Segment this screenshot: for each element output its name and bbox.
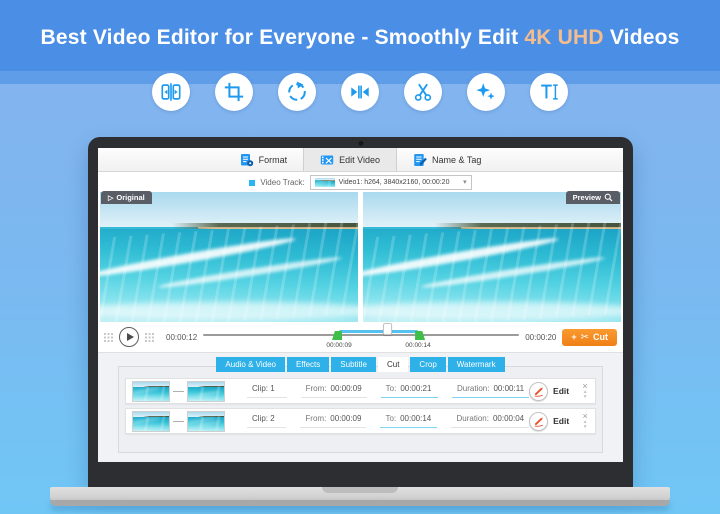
tab-edit-video[interactable]: Edit Video: [303, 148, 398, 171]
original-badge[interactable]: ▷ Original: [101, 191, 152, 204]
trim-start-handle[interactable]: [332, 331, 343, 340]
trim-end-label: 00:00:14: [405, 342, 431, 349]
laptop-base: [50, 487, 670, 500]
cut-button-label: Cut: [593, 332, 608, 342]
format-icon: [240, 153, 253, 166]
next-frame-button[interactable]: [145, 332, 154, 342]
playback-bar: 00:00:12 00:00:09 00:00:14 00:00:20 + ✂ Cu…: [98, 322, 623, 352]
clip2-name: Clip: 2: [247, 414, 287, 428]
video-preview-area: [100, 192, 621, 322]
thumbnail-connector: [173, 390, 184, 392]
laptop-mockup: Format Edit Video Name & Tag Video Track…: [0, 0, 720, 514]
tab-format-label: Format: [258, 154, 288, 165]
clip1-edit-button[interactable]: Edit: [529, 381, 569, 401]
tab-subtitle[interactable]: Subtitle: [331, 357, 376, 372]
clip-list-panel: Clip: 1 From: 00:00:09 To: 00:00:21 Dura…: [118, 366, 603, 453]
clip2-end-thumbnail: [187, 410, 225, 432]
tab-format[interactable]: Format: [224, 148, 304, 171]
trim-end-handle[interactable]: [415, 331, 426, 340]
trim-range-bar: [339, 330, 419, 333]
preview-video-preview: [363, 192, 621, 322]
clip-row-2: Clip: 2 From: 00:00:09 To: 00:00:14 Dura…: [125, 408, 596, 434]
app-window: Format Edit Video Name & Tag Video Track…: [98, 148, 623, 462]
tab-watermark[interactable]: Watermark: [447, 357, 505, 372]
clip2-from-field[interactable]: From: 00:00:09: [300, 414, 367, 428]
tab-crop[interactable]: Crop: [410, 357, 446, 372]
edit-tab-bar: Audio & Video Effects Subtitle Cut Crop …: [98, 357, 623, 372]
trim-start-label: 00:00:09: [326, 342, 352, 349]
video-track-label: Video Track:: [260, 178, 305, 187]
laptop-camera-dot: [358, 141, 363, 146]
clip1-duration-field: Duration: 00:00:11: [452, 384, 530, 398]
name-tag-icon: [414, 153, 427, 166]
promo-page: Best Video Editor for Everyone - Smoothl…: [0, 0, 720, 514]
video-track-value: Video1: h264, 3840x2160, 00:00:20: [338, 179, 450, 186]
prev-frame-button[interactable]: [104, 332, 113, 342]
track-bullet-icon: [249, 179, 256, 186]
laptop-frame: Format Edit Video Name & Tag Video Track…: [88, 137, 633, 487]
preview-badge-label: Preview: [572, 193, 601, 202]
clip1-move-down-icon[interactable]: ▼: [583, 395, 588, 400]
magnifier-icon: [604, 193, 613, 202]
clip2-to-field[interactable]: To: 00:00:14: [380, 414, 438, 428]
edit-video-icon: [320, 155, 334, 164]
edit-panel-area: Audio & Video Effects Subtitle Cut Crop …: [98, 352, 623, 462]
scissors-small-icon: ✂: [580, 331, 589, 343]
clip-row-1: Clip: 1 From: 00:00:09 To: 00:00:21 Dura…: [125, 378, 596, 404]
video-track-dropdown[interactable]: Video1: h264, 3840x2160, 00:00:20 ▾: [309, 175, 472, 190]
clip2-start-thumbnail: [132, 410, 170, 432]
current-time: 00:00:12: [166, 332, 198, 342]
clip1-end-thumbnail: [187, 380, 225, 402]
playhead-marker[interactable]: [383, 323, 393, 335]
tab-cut[interactable]: Cut: [377, 357, 409, 372]
thumbnail-connector: [173, 420, 184, 422]
clip1-start-thumbnail: [132, 380, 170, 402]
track-thumbnail: [314, 178, 335, 187]
pencil-icon: [534, 416, 543, 427]
track-bar: Video Track: Video1: h264, 3840x2160, 00…: [98, 172, 623, 204]
main-tab-bar: Format Edit Video Name & Tag: [98, 148, 623, 172]
tab-edit-video-label: Edit Video: [339, 154, 381, 165]
laptop-base-edge: [50, 500, 670, 506]
play-button[interactable]: [119, 327, 139, 347]
pencil-icon: [534, 386, 543, 397]
timeline-slider[interactable]: 00:00:09 00:00:14: [203, 322, 520, 352]
tab-name-tag[interactable]: Name & Tag: [397, 148, 497, 171]
play-outline-icon: ▷: [108, 194, 114, 202]
preview-badge[interactable]: Preview: [565, 191, 620, 204]
timeline-track: [203, 334, 520, 336]
tab-effects[interactable]: Effects: [286, 357, 330, 372]
clip1-to-field[interactable]: To: 00:00:21: [380, 384, 439, 398]
clip1-name: Clip: 1: [247, 384, 287, 398]
clip2-move-down-icon[interactable]: ▼: [583, 425, 588, 430]
original-video-preview: [100, 192, 358, 322]
tab-audio-video[interactable]: Audio & Video: [216, 357, 285, 372]
original-badge-label: Original: [116, 193, 145, 202]
play-icon: [126, 333, 134, 341]
clip2-duration-field: Duration: 00:00:04: [451, 414, 530, 428]
clip2-edit-button[interactable]: Edit: [529, 411, 569, 431]
tab-name-tag-label: Name & Tag: [432, 154, 482, 165]
plus-icon: +: [571, 332, 577, 342]
chevron-down-icon: ▾: [463, 179, 467, 186]
laptop-notch: [322, 487, 398, 493]
total-time: 00:00:20: [525, 332, 557, 342]
cut-button[interactable]: + ✂ Cut: [562, 328, 617, 346]
clip1-from-field[interactable]: From: 00:00:09: [300, 384, 367, 398]
